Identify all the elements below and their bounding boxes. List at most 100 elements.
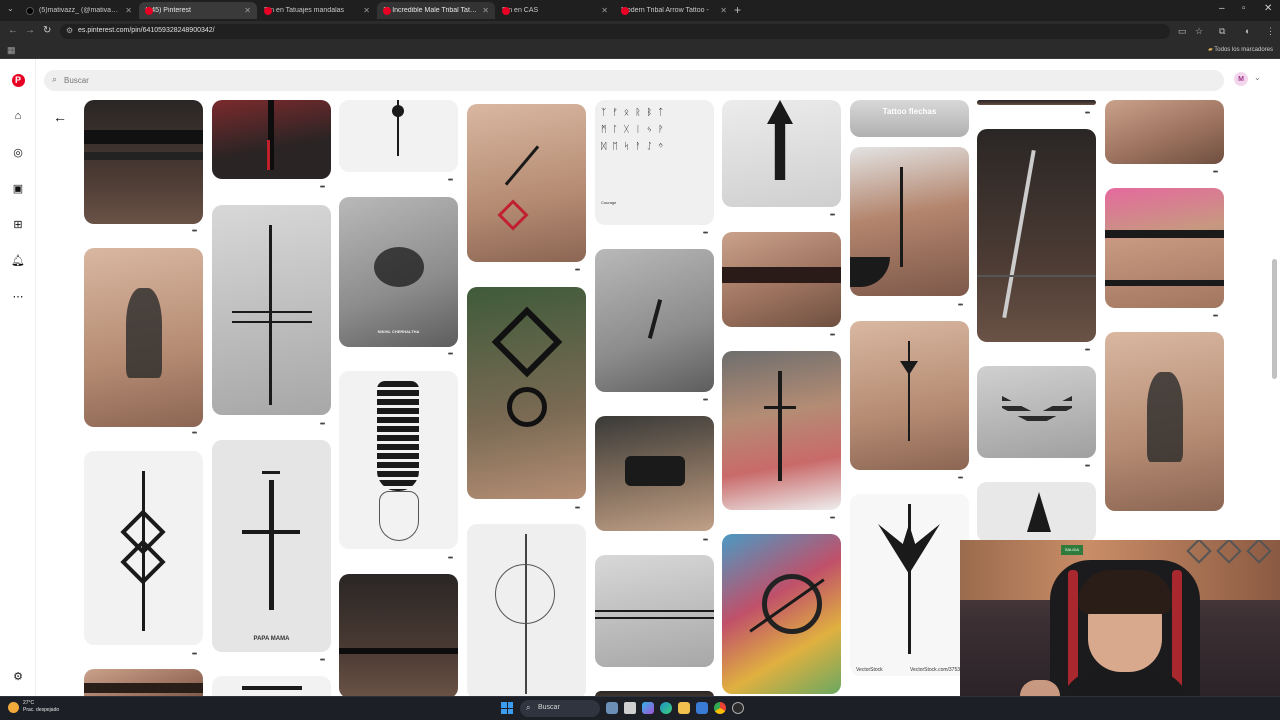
pin-arrow-rune-design[interactable] <box>84 451 203 645</box>
back-arrow-button[interactable]: ← <box>50 107 70 127</box>
pin-vector-arrow[interactable]: VectorStock.com/37530 VectorStock <box>850 494 969 676</box>
pin-chevron-wrist[interactable] <box>977 366 1096 458</box>
pin-red-dagger[interactable] <box>212 100 331 179</box>
obs-icon[interactable] <box>732 702 744 714</box>
tab-tatuajes-mandalas[interactable]: Pin en Tatuajes mandalas ✕ <box>258 2 376 19</box>
file-explorer-icon[interactable] <box>678 702 690 714</box>
chrome-icon[interactable] <box>714 702 726 714</box>
pin-sleeve-split[interactable] <box>977 129 1096 342</box>
pin-more-icon[interactable]: ••• <box>828 212 836 219</box>
scrollbar-thumb[interactable] <box>1272 259 1277 379</box>
pin-more-icon[interactable]: ••• <box>318 184 326 191</box>
pin-rune-symbols-chart[interactable]: ᛉᚠᛟᚱᛒᛏ ᛗᛚᚷᛁᛃᚹ ᛞᛖᛋᚨᛇᛜ Courage <box>595 100 714 225</box>
close-icon[interactable]: ✕ <box>720 6 727 15</box>
pin-back-shoulder[interactable] <box>595 249 714 392</box>
profile-icon[interactable]: ◐ <box>1245 26 1250 36</box>
pin-leg-arrow[interactable] <box>850 321 969 470</box>
edge-icon[interactable] <box>660 702 672 714</box>
windows-start-icon[interactable] <box>501 702 513 714</box>
pin-more-icon[interactable]: ••• <box>190 651 198 658</box>
pin-more-icon[interactable]: ••• <box>1211 313 1219 320</box>
tab-pin-cas[interactable]: Pin en CAS ✕ <box>496 2 614 19</box>
pin-more-icon[interactable]: ••• <box>1083 347 1091 354</box>
pin-axe-forearm[interactable] <box>850 147 969 296</box>
pin-cross-papa-mama[interactable]: PAPA MAMA <box>212 440 331 652</box>
pin-compass-arrow[interactable] <box>722 534 841 694</box>
pin-constellation-arrow[interactable] <box>467 524 586 699</box>
pin-more-icon[interactable]: ••• <box>701 230 709 237</box>
pin-thin-bands[interactable] <box>595 555 714 667</box>
menu-icon[interactable]: ⋮ <box>1266 26 1275 37</box>
chevron-down-icon[interactable]: ⌄ <box>1254 73 1261 82</box>
pin-arrow-bold[interactable] <box>722 100 841 207</box>
tab-tiktok[interactable]: (5)mativazz_ (@mativazz_) | Tik ✕ <box>20 2 138 19</box>
pin-small-arrow[interactable] <box>339 100 458 172</box>
maximize-icon[interactable]: ▫ <box>1242 3 1246 14</box>
weather-widget[interactable]: 27°C Prac. despejado <box>8 700 59 714</box>
reload-icon[interactable]: ↻ <box>43 25 51 36</box>
apps-grid-icon[interactable]: ▦ <box>7 45 16 56</box>
pin-bicep[interactable] <box>1105 100 1224 164</box>
copilot-icon[interactable] <box>642 702 654 714</box>
boards-icon[interactable]: ▣ <box>11 181 25 195</box>
pin-more-icon[interactable]: ••• <box>1083 110 1091 117</box>
cast-icon[interactable]: ▭ <box>1178 26 1187 37</box>
task-view-icon[interactable] <box>624 702 636 714</box>
pin-more-icon[interactable]: ••• <box>956 475 964 482</box>
all-bookmarks-link[interactable]: ▰ Todos los marcadores <box>1208 46 1273 53</box>
store-icon[interactable] <box>696 702 708 714</box>
settings-gear-icon[interactable]: ⚙ <box>11 669 25 683</box>
pin-triangle-arrow[interactable] <box>467 104 586 262</box>
bookmark-star-icon[interactable]: ☆ <box>1195 26 1203 37</box>
close-icon[interactable]: ✕ <box>601 6 608 15</box>
pin-more-icon[interactable]: ••• <box>701 397 709 404</box>
pin-more-icon[interactable]: ••• <box>446 177 454 184</box>
pin-tree-forearm[interactable] <box>977 482 1096 542</box>
messages-icon[interactable]: ⋯ <box>11 289 25 303</box>
pin-more-icon[interactable]: ••• <box>318 657 326 664</box>
new-tab-icon[interactable]: + <box>734 3 741 17</box>
close-icon[interactable]: ✕ <box>482 6 489 15</box>
close-window-icon[interactable]: ✕ <box>1264 3 1272 14</box>
explore-compass-icon[interactable]: ◎ <box>11 145 25 159</box>
tab-pinterest-home[interactable]: (145) Pinterest ✕ <box>139 2 257 19</box>
taskbar-search[interactable]: ⌕ Buscar <box>520 700 600 717</box>
pin-tattoo-flechas[interactable]: Tattoo flechas <box>850 100 969 137</box>
pin-geometric-sleeve[interactable] <box>467 287 586 499</box>
pin-more-icon[interactable]: ••• <box>318 421 326 428</box>
pin-phoenix-forearm-2[interactable] <box>1105 332 1224 511</box>
pin-arrow-forearm-bw[interactable] <box>212 205 331 415</box>
forward-icon[interactable]: → <box>25 25 35 36</box>
close-icon[interactable]: ✕ <box>363 6 370 15</box>
tab-search-icon[interactable]: ⌄ <box>7 4 14 13</box>
avatar[interactable]: M <box>1234 72 1248 86</box>
pin-more-icon[interactable]: ••• <box>573 505 581 512</box>
pin-wrist-tribal[interactable] <box>595 416 714 531</box>
tab-modern-tribal-arrow[interactable]: Modern Tribal Arrow Tattoo - ✕ <box>615 2 733 19</box>
create-plus-icon[interactable]: ⊞ <box>11 217 25 231</box>
pin-more-icon[interactable]: ••• <box>446 351 454 358</box>
close-icon[interactable]: ✕ <box>244 6 251 15</box>
home-icon[interactable]: ⌂ <box>11 109 25 123</box>
extensions-icon[interactable]: ⧉ <box>1219 26 1225 37</box>
pin-more-icon[interactable]: ••• <box>190 228 198 235</box>
notifications-bell-icon[interactable]: 🔔︎ <box>11 253 25 267</box>
search-input[interactable] <box>64 74 564 87</box>
pin-more-icon[interactable]: ••• <box>446 555 454 562</box>
pin-more-icon[interactable]: ••• <box>190 430 198 437</box>
pin-top-strip[interactable] <box>977 100 1096 105</box>
pin-more-icon[interactable]: ••• <box>701 537 709 544</box>
pin-phoenix-forearm[interactable] <box>84 248 203 427</box>
widgets-icon[interactable] <box>606 702 618 714</box>
pin-more-icon[interactable]: ••• <box>828 332 836 339</box>
pin-more-icon[interactable]: ••• <box>1083 463 1091 470</box>
pin-more-icon[interactable]: ••• <box>573 267 581 274</box>
pin-tribal-leg-sketch[interactable] <box>339 371 458 549</box>
pinterest-logo[interactable]: P <box>11 73 25 87</box>
close-icon[interactable]: ✕ <box>125 6 132 15</box>
tab-tribal-tattoo[interactable]: 11 Incredible Male Tribal Tattoo ✕ <box>377 2 495 19</box>
pin-double-armband[interactable] <box>1105 188 1224 308</box>
site-info-icon[interactable]: ⚙ <box>66 26 73 35</box>
pin-ankle-thorns[interactable] <box>339 574 458 698</box>
pin-armband-tattoo[interactable] <box>84 100 203 224</box>
